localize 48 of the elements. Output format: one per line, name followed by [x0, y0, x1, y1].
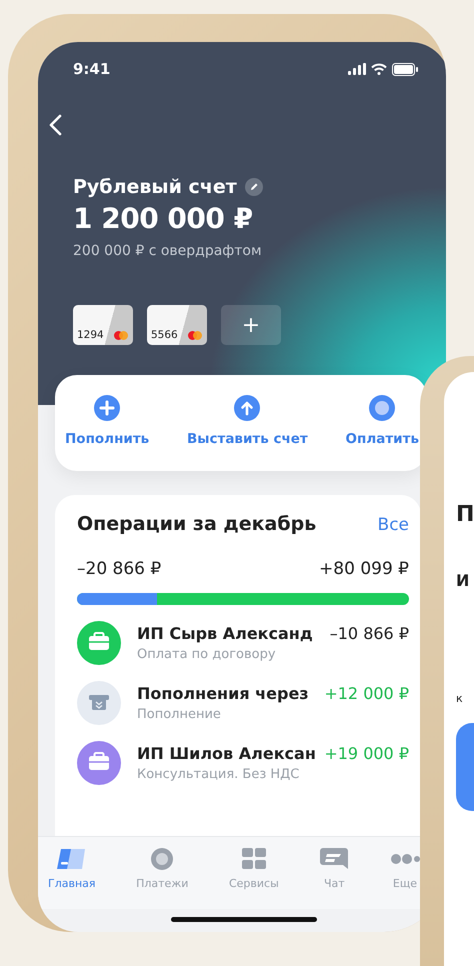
operation-amount: +19 000 ₽: [324, 744, 409, 763]
operation-note: Консультация. Без НДС: [137, 767, 300, 782]
briefcase-icon: [77, 621, 121, 665]
wifi-icon: [371, 63, 387, 75]
tab-item[interactable]: Сервисы: [228, 847, 279, 909]
outgoing-total: –20 866 ₽: [77, 559, 162, 579]
arrow-up-icon[interactable]: [234, 395, 260, 421]
operation-name: ИП Шилов Алексан: [137, 744, 316, 763]
account-title: Рублевый счет: [73, 176, 237, 198]
overdraft-text: 200 000 ₽ с овердрафтом: [73, 243, 263, 259]
briefcase-icon: [77, 741, 121, 785]
card-number: 1294: [77, 329, 104, 341]
edit-icon[interactable]: [244, 178, 263, 196]
operation-name: Пополнения через: [137, 684, 309, 703]
account-balance: 1 200 000 ₽: [73, 202, 254, 235]
screen-heading: П: [456, 502, 474, 527]
card-logo-icon: [114, 331, 128, 340]
all-link[interactable]: Все: [378, 515, 409, 535]
operation-name: ИП Сырв Александ: [137, 624, 313, 643]
status-time: 9:41: [73, 60, 110, 78]
plus-icon[interactable]: [94, 395, 120, 421]
action-link[interactable]: Выставить счет: [187, 431, 308, 447]
card-logo-icon: [188, 331, 202, 340]
battery-icon: [392, 62, 418, 76]
signal-icon: [348, 63, 366, 75]
tab-item[interactable]: Платежи: [136, 847, 188, 909]
atm-icon: [77, 681, 121, 725]
incoming-total: +80 099 ₽: [319, 559, 409, 579]
chat-icon: [319, 847, 350, 871]
operations-title: Операции за декабрь: [77, 513, 316, 535]
bank-card[interactable]: 5566: [147, 305, 207, 345]
caption-text: к: [456, 692, 463, 705]
back-icon[interactable]: [48, 114, 62, 136]
tab-item[interactable]: Главная: [48, 847, 96, 909]
card-icon: [56, 847, 87, 871]
operation-amount: –10 866 ₽: [330, 624, 409, 643]
card-number: 5566: [151, 329, 178, 341]
circle-icon[interactable]: [369, 395, 396, 421]
tab-item[interactable]: Еще: [390, 847, 420, 909]
operation-amount: +12 000 ₽: [324, 684, 409, 703]
bank-card[interactable]: 1294: [73, 305, 133, 345]
tab-item[interactable]: Чат: [319, 847, 350, 909]
screen-subheading: И: [456, 571, 470, 590]
operation-note: Оплата по договору: [137, 647, 277, 662]
operation-note: Пополнение: [137, 707, 222, 722]
action-link[interactable]: Пополнить: [65, 431, 150, 447]
add-card-button[interactable]: +: [221, 305, 281, 345]
action-link[interactable]: Оплатить: [346, 431, 419, 447]
